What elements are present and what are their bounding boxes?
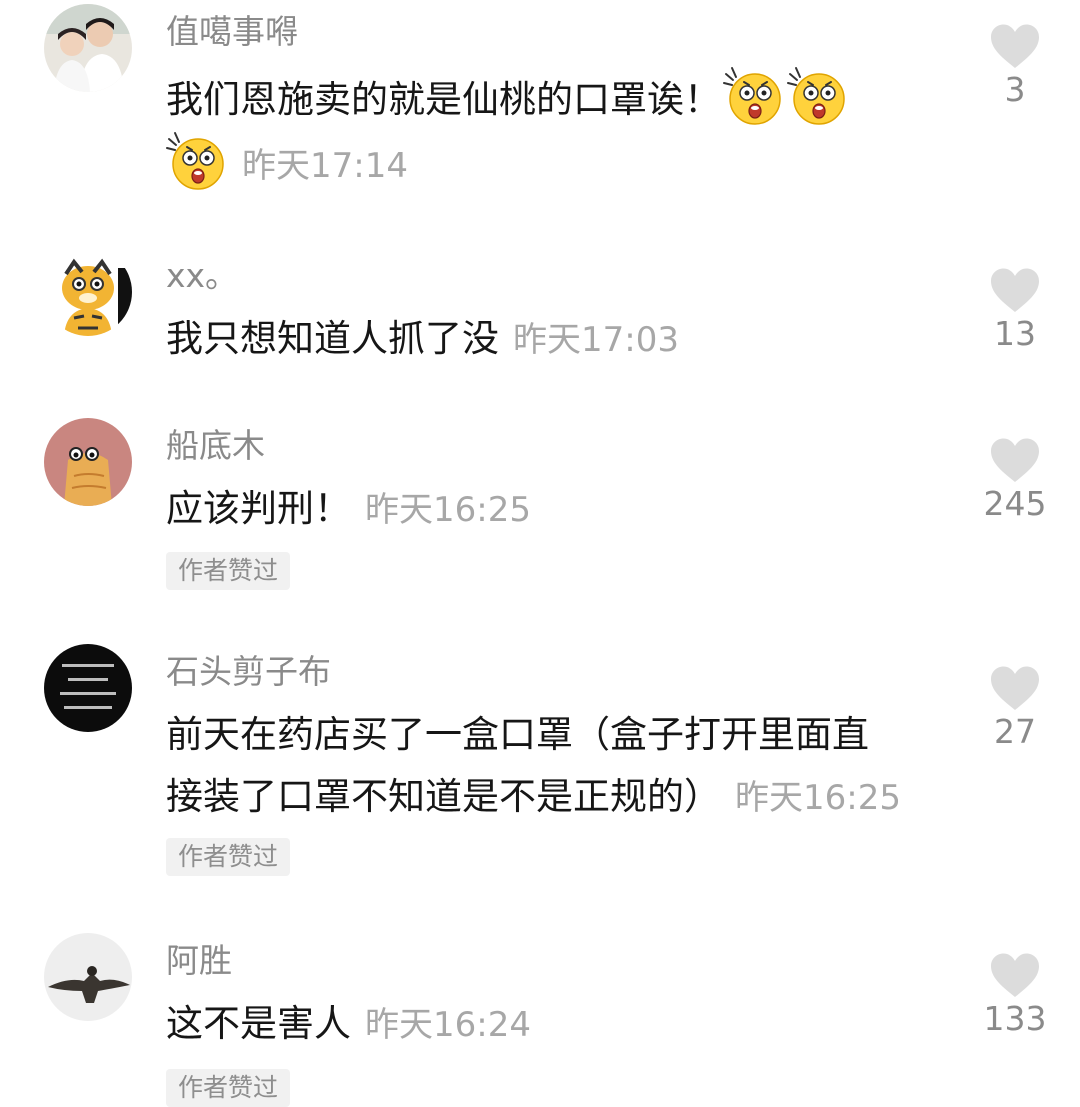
user-avatar[interactable] [44, 248, 132, 336]
comment-time: 昨天17:03 [513, 320, 679, 360]
comment-time: 昨天17:14 [242, 146, 408, 186]
comment-username[interactable]: 船底木 [166, 426, 265, 466]
comment-content-line-2: 接装了口罩不知道是不是正规的） [166, 775, 721, 818]
comment-username[interactable]: 值噶事嘚 [166, 12, 298, 52]
shocked-face-emoji-icon [723, 66, 783, 126]
like-count: 245 [983, 484, 1047, 523]
comment-item: xx。 我只想知道人抓了没 昨天17:03 13 [0, 240, 1080, 390]
heart-icon [990, 666, 1040, 712]
comment-content-line-1: 前天在药店买了一盒口罩（盒子打开里面直 [166, 713, 869, 756]
comment-text: 前天在药店买了一盒口罩（盒子打开里面直 接装了口罩不知道是不是正规的） 昨天16:2… [166, 704, 966, 829]
comment-text: 我只想知道人抓了没 昨天17:03 [166, 308, 966, 371]
author-liked-badge: 作者赞过 [166, 1069, 291, 1107]
comment-item: 石头剪子布 前天在药店买了一盒口罩（盒子打开里面直 接装了口罩不知道是不是正规的）… [0, 640, 1080, 900]
comment-item: 阿胜 这不是害人 昨天16:24 作者赞过 133 [0, 925, 1080, 1107]
comment-username[interactable]: xx。 [166, 256, 238, 296]
comment-content: 我们恩施卖的就是仙桃的口罩诶！ [166, 78, 721, 121]
user-avatar[interactable] [44, 4, 132, 92]
user-avatar[interactable] [44, 644, 132, 732]
heart-icon [990, 953, 1040, 999]
comment-content: 应该判刑！ [166, 487, 351, 530]
like-count: 13 [994, 314, 1036, 353]
shocked-face-emoji-icon [787, 66, 847, 126]
shocked-face-emoji-icon [166, 131, 226, 191]
comment-item: 船底木 应该判刑！ 昨天16:25 作者赞过 245 [0, 410, 1080, 610]
comment-text: 这不是害人 昨天16:24 [166, 993, 966, 1056]
comment-content: 这不是害人 [166, 1002, 351, 1045]
heart-icon [990, 24, 1040, 70]
heart-icon [990, 268, 1040, 314]
author-liked-badge: 作者赞过 [166, 838, 291, 876]
like-count: 133 [983, 999, 1047, 1038]
comment-text: 我们恩施卖的就是仙桃的口罩诶！ 昨天17:14 [166, 66, 966, 197]
comment-content: 我只想知道人抓了没 [166, 317, 499, 360]
like-button[interactable]: 3 [970, 24, 1060, 110]
comment-username[interactable]: 阿胜 [166, 941, 232, 981]
like-count: 3 [1004, 70, 1026, 109]
comment-time: 昨天16:25 [735, 778, 901, 818]
comment-time: 昨天16:24 [365, 1005, 531, 1045]
comment-time: 昨天16:25 [365, 490, 531, 530]
author-liked-badge: 作者赞过 [166, 552, 291, 590]
comment-username[interactable]: 石头剪子布 [166, 652, 331, 692]
comment-text: 应该判刑！ 昨天16:25 [166, 478, 966, 541]
like-button[interactable]: 133 [970, 953, 1060, 1039]
like-button[interactable]: 13 [970, 268, 1060, 354]
like-button[interactable]: 27 [970, 666, 1060, 752]
like-count: 27 [994, 712, 1036, 751]
heart-icon [990, 438, 1040, 484]
like-button[interactable]: 245 [970, 438, 1060, 524]
user-avatar[interactable] [44, 418, 132, 506]
comment-item: 值噶事嘚 我们恩施卖的就是仙桃的口罩诶！ 昨天17:14 3 [0, 0, 1080, 220]
user-avatar[interactable] [44, 933, 132, 1021]
